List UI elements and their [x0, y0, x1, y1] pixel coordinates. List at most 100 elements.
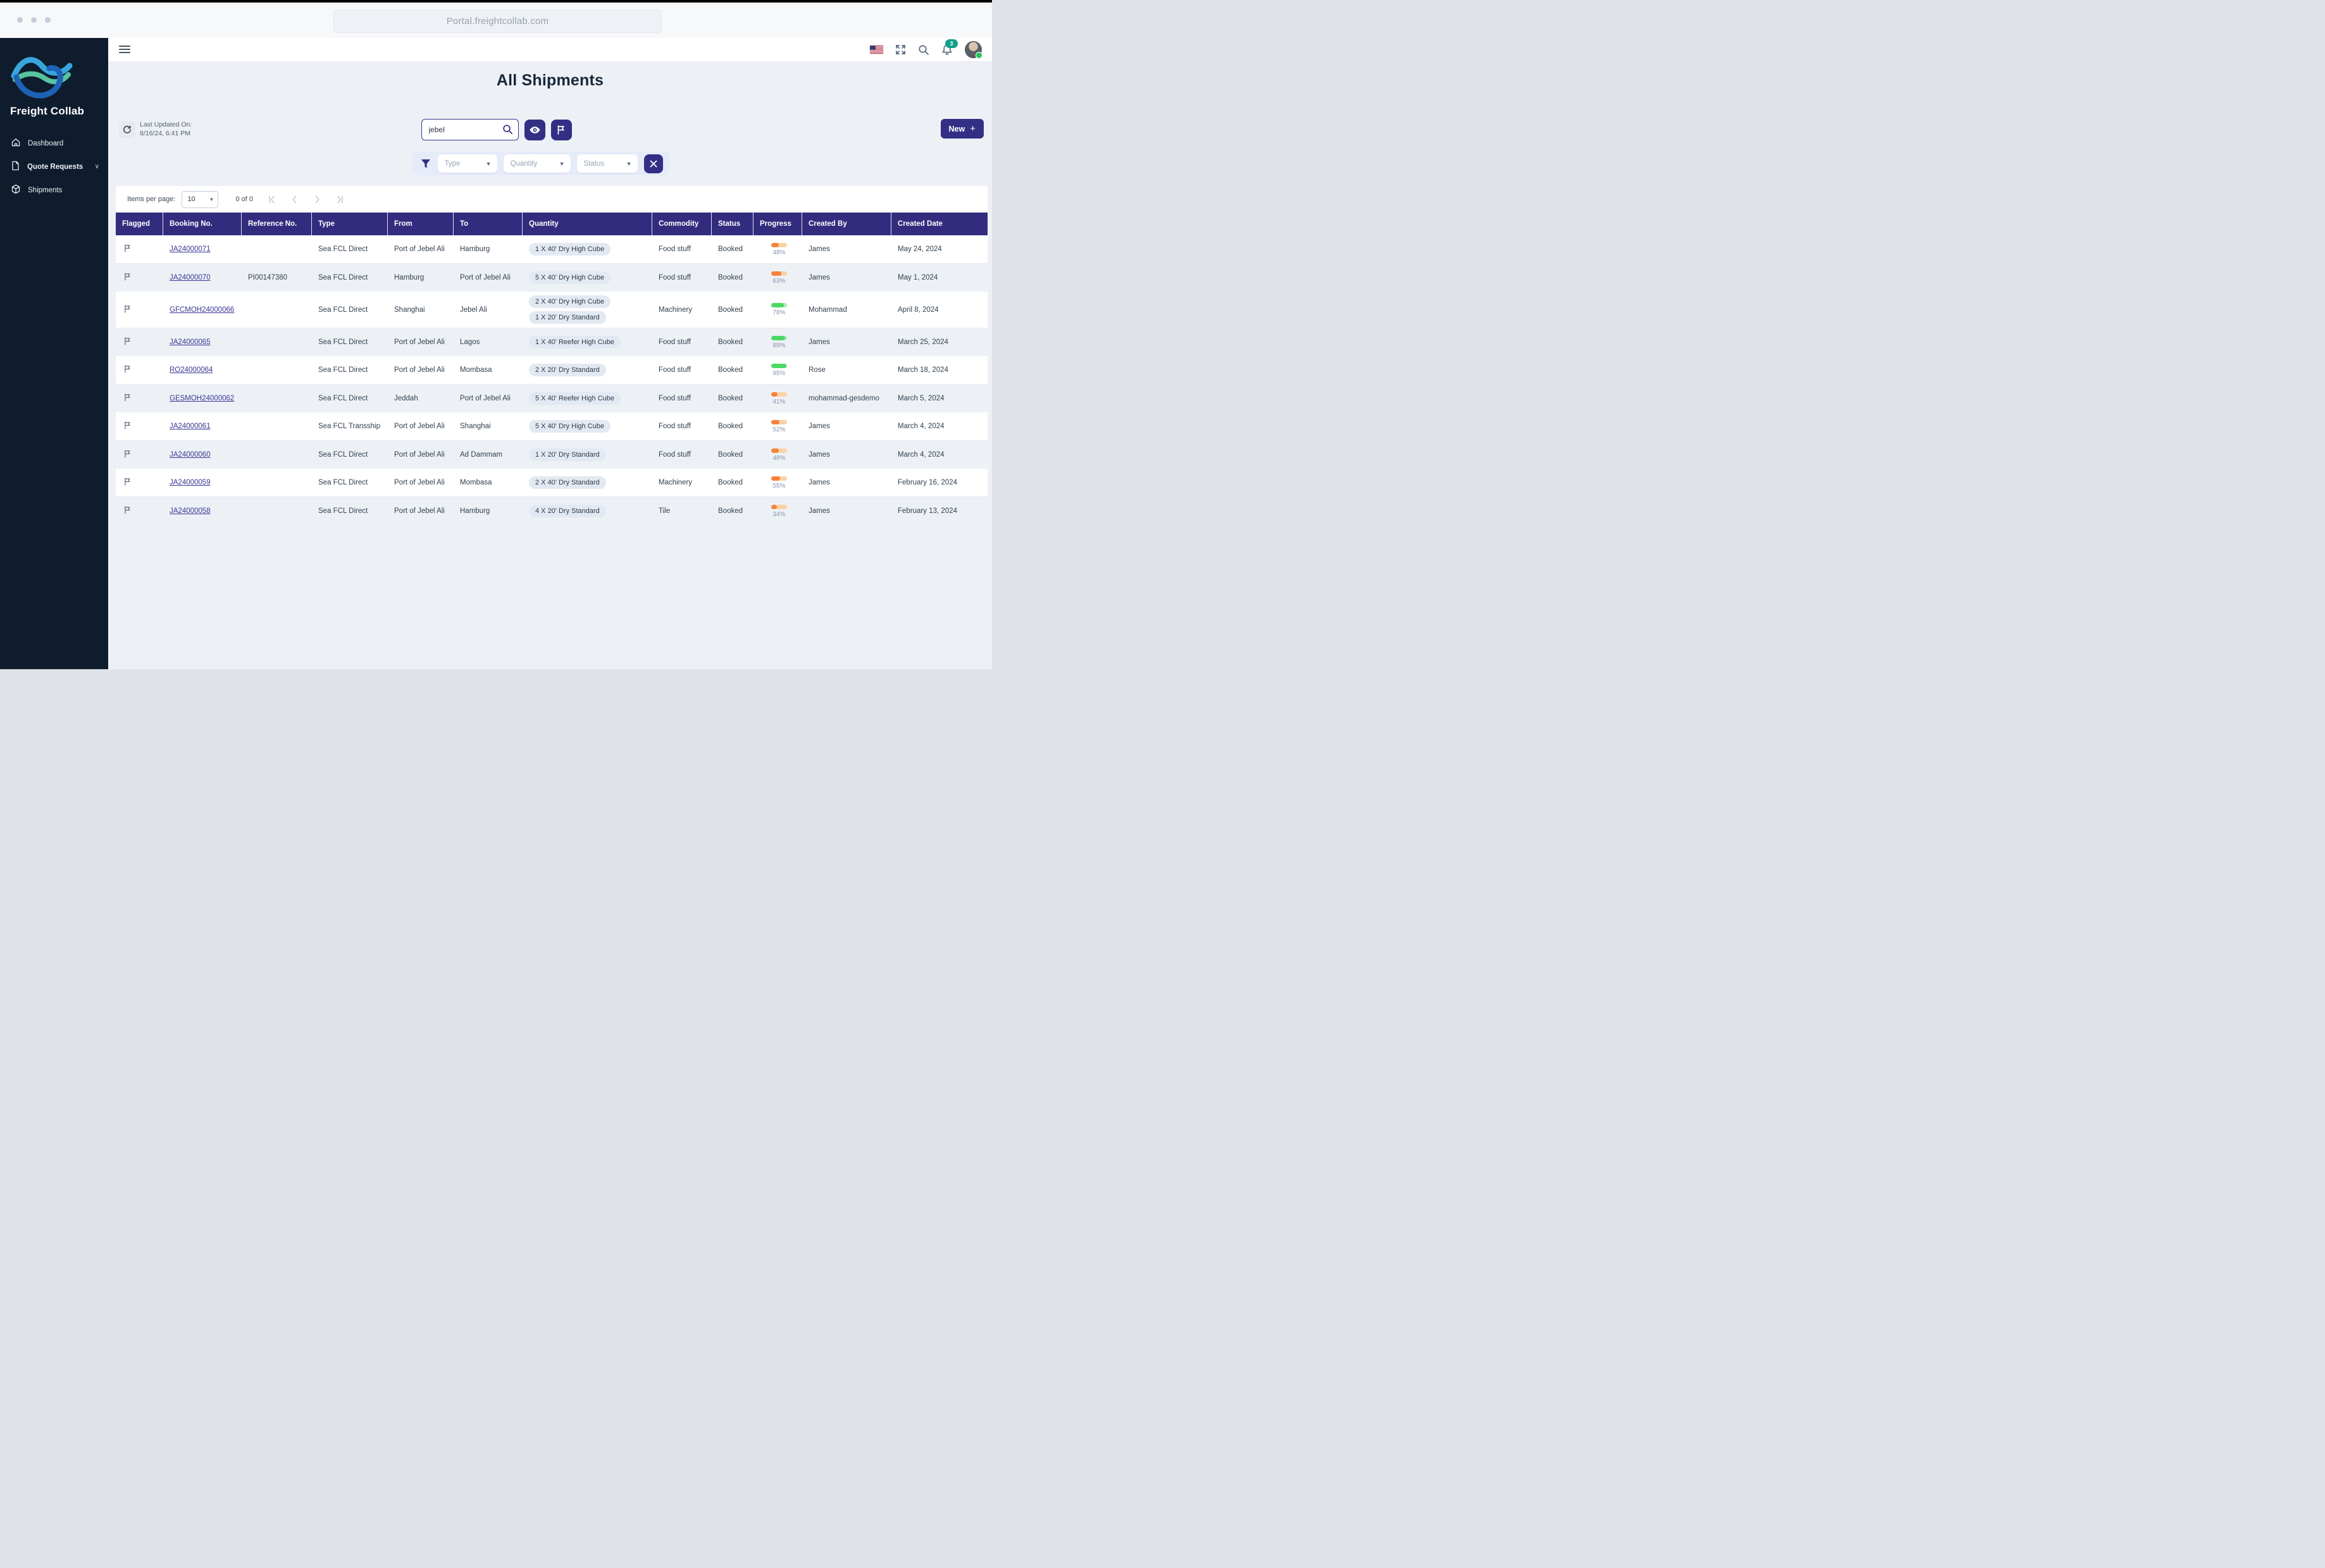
notification-count-badge: 3: [945, 39, 958, 48]
quantity-pill: 5 X 40' Reefer High Cube: [529, 392, 621, 405]
column-header: To: [454, 213, 523, 235]
search-icon[interactable]: [918, 44, 929, 56]
items-per-page-select[interactable]: 10 ▼: [182, 191, 218, 208]
freight-collab-logo: [10, 48, 73, 101]
row-flag-icon[interactable]: [123, 421, 132, 432]
row-flag-icon[interactable]: [123, 505, 132, 517]
last-updated-label: Last Updated On:: [140, 120, 192, 129]
last-updated-value: 8/16/24, 6:41 PM: [140, 129, 192, 138]
chevron-down-icon: ▼: [626, 161, 632, 167]
shipment-type: Sea FCL Direct: [312, 242, 388, 257]
booking-number-link[interactable]: JA24000071: [170, 245, 211, 253]
status: Booked: [712, 503, 753, 519]
main-area: 3 All Shipments Last Updated On: 8/16/24…: [108, 38, 992, 669]
page-title: All Shipments: [108, 71, 992, 90]
window-dot: [31, 17, 37, 23]
booking-number-link[interactable]: JA24000065: [170, 338, 211, 346]
refresh-button[interactable]: [119, 121, 135, 138]
reference-number: [242, 451, 312, 459]
notifications-bell-icon[interactable]: 3: [941, 44, 953, 56]
progress-indicator: 48%: [753, 239, 802, 260]
origin: Hamburg: [388, 270, 454, 285]
row-flag-icon[interactable]: [123, 244, 132, 255]
previous-page-button[interactable]: [290, 195, 299, 204]
screen: Portal.freightcollab.com Freight Collab …: [0, 0, 992, 669]
progress-percent: 63%: [772, 278, 785, 285]
origin: Port of Jebel Ali: [388, 447, 454, 462]
booking-number-link[interactable]: JA24000058: [170, 507, 211, 515]
fullscreen-icon[interactable]: [895, 44, 906, 55]
quantity-pill: 5 X 40' Dry High Cube: [529, 420, 611, 433]
booking-number-link[interactable]: RO24000064: [170, 366, 213, 374]
document-icon: [11, 161, 20, 173]
created-by: James: [802, 475, 891, 490]
column-header: Type: [312, 213, 388, 235]
row-flag-icon[interactable]: [123, 477, 132, 488]
type-filter-select[interactable]: Type ▼: [438, 154, 497, 173]
commodity: Tile: [652, 503, 712, 519]
language-flag-icon[interactable]: [870, 46, 883, 54]
column-header: Commodity: [652, 213, 712, 235]
eye-icon: [529, 124, 541, 136]
created-date: March 18, 2024: [891, 362, 987, 378]
shipment-type: Sea FCL Direct: [312, 362, 388, 378]
new-shipment-button[interactable]: New +: [941, 119, 984, 139]
commodity: Food stuff: [652, 362, 712, 378]
quantity-pill: 1 X 20' Dry Standard: [529, 448, 606, 461]
origin: Port of Jebel Ali: [388, 419, 454, 434]
created-by: James: [802, 335, 891, 350]
row-flag-icon[interactable]: [123, 449, 132, 460]
created-date: May 1, 2024: [891, 270, 987, 285]
sidebar-item-shipments[interactable]: Shipments: [0, 178, 108, 202]
quantity-filter-select[interactable]: Quantity ▼: [504, 154, 571, 173]
row-flag-icon[interactable]: [123, 364, 132, 376]
created-date: March 4, 2024: [891, 419, 987, 434]
progress-indicator: 48%: [753, 445, 802, 466]
status: Booked: [712, 475, 753, 490]
search-input-icon[interactable]: [502, 124, 513, 135]
row-flag-icon[interactable]: [123, 336, 132, 348]
brand-name: Freight Collab: [10, 105, 84, 118]
reference-number: [242, 423, 312, 430]
booking-number-link[interactable]: GFCMOH24000066: [170, 306, 234, 314]
next-page-button[interactable]: [313, 195, 322, 204]
menu-toggle-icon[interactable]: [119, 44, 130, 55]
status: Booked: [712, 270, 753, 285]
origin: Port of Jebel Ali: [388, 503, 454, 519]
row-flag-icon[interactable]: [123, 393, 132, 404]
address-bar[interactable]: Portal.freightcollab.com: [333, 9, 662, 33]
booking-number-link[interactable]: JA24000059: [170, 479, 211, 486]
shipments-table-card: Items per page: 10 ▼ 0 of 0: [116, 186, 988, 525]
quantity-pill: 1 X 40' Dry High Cube: [529, 243, 611, 256]
progress-indicator: 41%: [753, 388, 802, 409]
row-flag-icon[interactable]: [123, 304, 132, 316]
table-row: JA24000060Sea FCL DirectPort of Jebel Al…: [116, 441, 988, 469]
status-filter-select[interactable]: Status ▼: [577, 154, 638, 173]
user-avatar[interactable]: [965, 41, 982, 58]
sidebar-item-label: Dashboard: [28, 140, 63, 147]
reference-number: [242, 507, 312, 515]
window-dot: [45, 17, 51, 23]
booking-number-link[interactable]: JA24000060: [170, 451, 211, 459]
row-flag-icon[interactable]: [123, 272, 132, 283]
watch-button[interactable]: [524, 120, 545, 140]
status: Booked: [712, 447, 753, 462]
commodity: Food stuff: [652, 335, 712, 350]
package-icon: [11, 184, 21, 196]
booking-number-link[interactable]: GESMOH24000062: [170, 395, 234, 402]
column-header: From: [388, 213, 454, 235]
table-row: JA24000071Sea FCL DirectPort of Jebel Al…: [116, 235, 988, 264]
clear-filters-button[interactable]: [644, 154, 663, 173]
shipment-type: Sea FCL Direct: [312, 270, 388, 285]
reference-number: [242, 245, 312, 253]
last-page-button[interactable]: [335, 195, 345, 204]
first-page-button[interactable]: [267, 195, 276, 204]
sidebar-item-dashboard[interactable]: Dashboard: [0, 132, 108, 155]
flagged-filter-button[interactable]: [551, 120, 572, 140]
destination: Port of Jebel Ali: [454, 270, 523, 285]
sidebar-item-quote-requests[interactable]: Quote Requests∨: [0, 155, 108, 178]
quantity-pill: 2 X 40' Dry High Cube: [529, 295, 611, 308]
booking-number-link[interactable]: JA24000070: [170, 274, 211, 281]
booking-number-link[interactable]: JA24000061: [170, 423, 211, 430]
destination: Hamburg: [454, 503, 523, 519]
